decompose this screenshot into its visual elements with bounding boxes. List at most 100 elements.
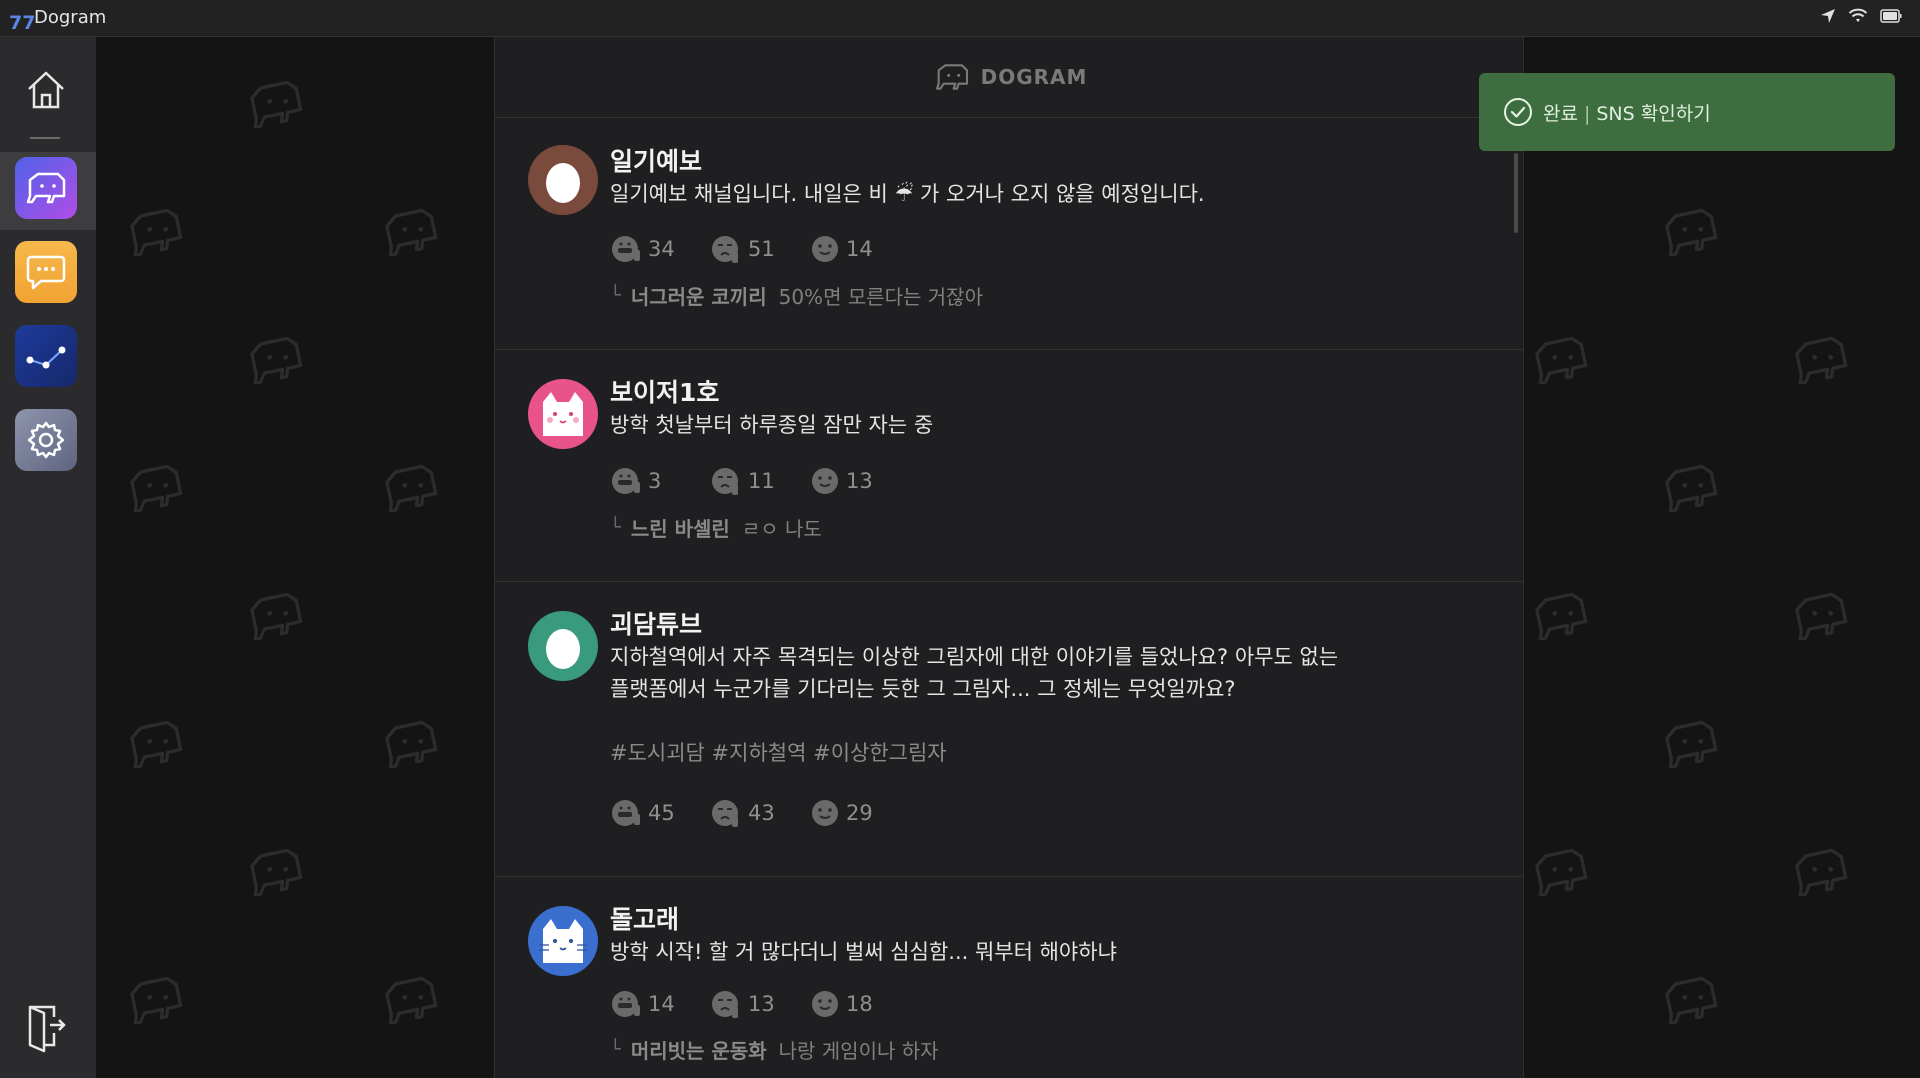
watermark-logo-icon bbox=[380, 720, 440, 772]
watermark-logo-icon bbox=[245, 336, 305, 388]
reaction-smile[interactable]: 29 bbox=[810, 798, 910, 828]
watermark-logo-icon bbox=[1660, 720, 1720, 772]
top-status-bar: 77 Dogram bbox=[0, 0, 1920, 37]
watermark-logo-icon bbox=[125, 720, 185, 772]
watermark-logo-icon bbox=[1660, 208, 1720, 260]
watermark-logo-icon bbox=[245, 80, 305, 132]
post-hashtags[interactable]: #도시괴담 #지하철역 #이상한그림자 bbox=[610, 737, 947, 767]
reply-author: 머리빗는 운동화 bbox=[630, 1039, 767, 1063]
dogram-logo-icon bbox=[935, 64, 968, 90]
egg-avatar-icon bbox=[546, 629, 580, 669]
sidebar-item-settings[interactable] bbox=[15, 409, 77, 471]
reaction-smile[interactable]: 18 bbox=[810, 989, 910, 1019]
cry-emoji-icon bbox=[712, 236, 738, 263]
feed-post[interactable]: 보이저1호 방학 첫날부터 하루종일 잠만 자는 중 3 11 13 └ 느린 … bbox=[495, 350, 1523, 582]
cat-avatar-icon bbox=[539, 919, 587, 963]
battery-icon bbox=[1880, 9, 1902, 23]
post-author[interactable]: 돌고래 bbox=[610, 900, 679, 936]
app-number: 77 bbox=[9, 12, 36, 34]
watermark-logo-icon bbox=[125, 464, 185, 516]
reply-arrow-icon: └ bbox=[610, 1039, 621, 1060]
gear-icon bbox=[27, 421, 65, 459]
post-reply[interactable]: └ 느린 바셀린 ㄹㅇ 나도 bbox=[610, 513, 822, 542]
status-icons bbox=[1820, 8, 1902, 24]
feed-post[interactable]: 괴담튜브 지하철역에서 자주 목격되는 이상한 그림자에 대한 이야기를 들었나… bbox=[495, 582, 1523, 877]
reaction-cry[interactable]: 13 bbox=[710, 989, 810, 1019]
feed-panel[interactable]: DOGRAM 일기예보 일기예보 채널입니다. 내일은 비 ☔ 가 오거나 오지… bbox=[494, 37, 1524, 1078]
cat-avatar-icon bbox=[543, 392, 583, 436]
feed-post[interactable]: 일기예보 일기예보 채널입니다. 내일은 비 ☔ 가 오거나 오지 않을 예정입… bbox=[495, 118, 1523, 350]
watermark-logo-icon bbox=[1790, 592, 1850, 644]
avatar[interactable] bbox=[528, 611, 598, 681]
reply-text: 50%면 모른다는 거잖아 bbox=[778, 285, 983, 309]
feed-logo-text: DOGRAM bbox=[980, 65, 1088, 89]
watermark-logo-icon bbox=[125, 976, 185, 1028]
sidebar bbox=[0, 37, 96, 1078]
sidebar-item-home[interactable] bbox=[15, 59, 77, 121]
smile-emoji-icon bbox=[812, 468, 838, 494]
reaction-cry[interactable]: 51 bbox=[710, 234, 810, 264]
reaction-bar: 45 43 29 bbox=[610, 798, 910, 828]
watermark-logo-icon bbox=[1790, 848, 1850, 900]
toast-message: SNS 확인하기 bbox=[1596, 102, 1711, 125]
reply-author: 느린 바셀린 bbox=[630, 517, 730, 541]
post-author[interactable]: 보이저1호 bbox=[610, 373, 719, 409]
reply-author: 너그러운 코끼리 bbox=[630, 285, 767, 309]
home-icon bbox=[28, 71, 64, 109]
post-text-line: 플랫폼에서 누군가를 기다리는 듯한 그 그림자... 그 정체는 무엇일까요? bbox=[610, 677, 1236, 701]
dogram-logo-icon bbox=[26, 172, 66, 204]
smile-emoji-icon bbox=[812, 236, 838, 262]
reaction-cry[interactable]: 11 bbox=[710, 466, 810, 496]
laugh-emoji-icon bbox=[612, 468, 640, 494]
sidebar-item-exit[interactable] bbox=[15, 997, 77, 1059]
reaction-laugh[interactable]: 3 bbox=[610, 466, 710, 496]
toast-status: 완료 bbox=[1543, 102, 1578, 125]
watermark-logo-icon bbox=[1530, 336, 1590, 388]
constellation-icon bbox=[26, 346, 66, 369]
watermark-logo-icon bbox=[380, 976, 440, 1028]
avatar[interactable] bbox=[528, 379, 598, 449]
post-text: 일기예보 채널입니다. 내일은 비 ☔ 가 오거나 오지 않을 예정입니다. bbox=[610, 182, 1205, 206]
post-author[interactable]: 괴담튜브 bbox=[610, 605, 702, 641]
toast-text: 완료 | SNS 확인하기 bbox=[1543, 99, 1711, 126]
smile-emoji-icon bbox=[812, 800, 838, 826]
watermark-logo-icon bbox=[245, 592, 305, 644]
laugh-emoji-icon bbox=[612, 800, 640, 826]
reaction-bar: 14 13 18 bbox=[610, 989, 910, 1019]
cry-emoji-icon bbox=[712, 800, 738, 827]
check-circle-icon bbox=[1504, 98, 1532, 126]
avatar[interactable] bbox=[528, 145, 598, 215]
reaction-laugh[interactable]: 34 bbox=[610, 234, 710, 264]
reaction-smile[interactable]: 13 bbox=[810, 466, 910, 496]
post-text: 방학 시작! 할 거 많다더니 벌써 심심함... 뭐부터 해야하냐 bbox=[610, 940, 1117, 964]
watermark-logo-icon bbox=[1790, 336, 1850, 388]
feed-post[interactable]: 돌고래 방학 시작! 할 거 많다더니 벌써 심심함... 뭐부터 해야하냐 1… bbox=[495, 877, 1523, 1078]
sidebar-item-chat[interactable] bbox=[15, 241, 77, 303]
post-reply[interactable]: └ 너그러운 코끼리 50%면 모른다는 거잖아 bbox=[610, 281, 983, 310]
watermark-logo-icon bbox=[245, 848, 305, 900]
laugh-emoji-icon bbox=[612, 991, 640, 1017]
toast-notification[interactable]: 완료 | SNS 확인하기 bbox=[1479, 73, 1895, 151]
post-text: 지하철역에서 자주 목격되는 이상한 그림자에 대한 이야기를 들었나요? 아무… bbox=[610, 641, 1430, 705]
reply-text: 나랑 게임이나 하자 bbox=[778, 1039, 939, 1063]
post-author[interactable]: 일기예보 bbox=[610, 142, 702, 178]
reaction-smile[interactable]: 14 bbox=[810, 234, 910, 264]
toast-separator: | bbox=[1583, 102, 1591, 125]
watermark-logo-icon bbox=[380, 208, 440, 260]
sidebar-divider bbox=[30, 137, 60, 139]
location-arrow-icon bbox=[1821, 9, 1835, 23]
post-text: 방학 첫날부터 하루종일 잠만 자는 중 bbox=[610, 413, 934, 437]
post-reply[interactable]: └ 머리빗는 운동화 나랑 게임이나 하자 bbox=[610, 1035, 939, 1064]
avatar[interactable] bbox=[528, 906, 598, 976]
sidebar-item-constellation[interactable] bbox=[15, 325, 77, 387]
reaction-laugh[interactable]: 14 bbox=[610, 989, 710, 1019]
reaction-bar: 3 11 13 bbox=[610, 466, 910, 496]
reaction-bar: 34 51 14 bbox=[610, 234, 910, 264]
cry-emoji-icon bbox=[712, 991, 738, 1018]
reaction-cry[interactable]: 43 bbox=[710, 798, 810, 828]
wifi-icon bbox=[1848, 8, 1868, 22]
feed-header: DOGRAM bbox=[495, 37, 1523, 118]
app-title: Dogram bbox=[34, 7, 107, 28]
reaction-laugh[interactable]: 45 bbox=[610, 798, 710, 828]
sidebar-item-dogram[interactable] bbox=[15, 157, 77, 219]
